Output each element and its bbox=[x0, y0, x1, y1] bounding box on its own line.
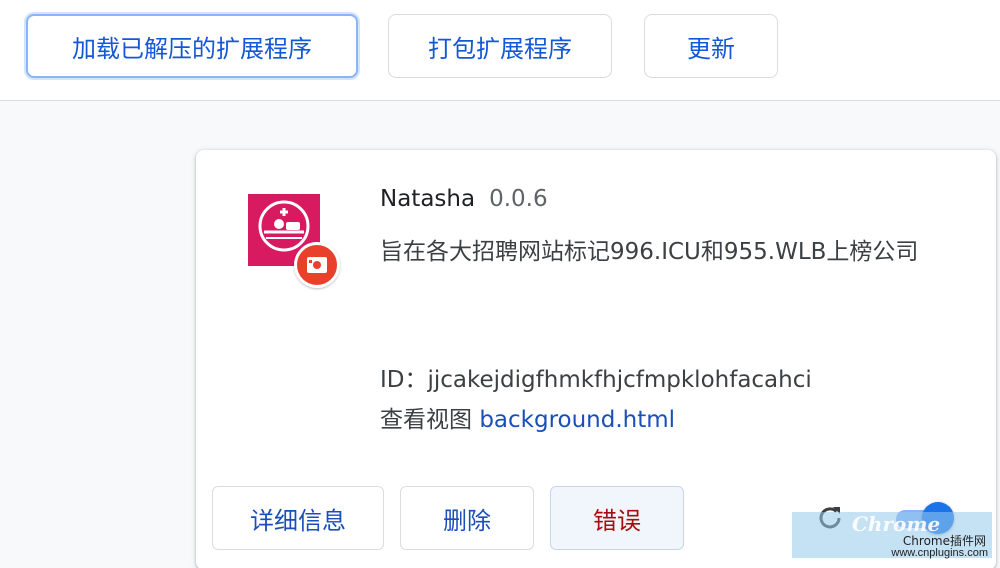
errors-button[interactable]: 错误 bbox=[550, 486, 684, 550]
background-page-link[interactable]: background.html bbox=[479, 407, 675, 433]
unpacked-badge-icon bbox=[294, 242, 340, 288]
update-button[interactable]: 更新 bbox=[644, 14, 778, 78]
watermark-url: www.cnplugins.com bbox=[891, 547, 988, 559]
extension-id-row: ID：jjcakejdigfhmkfhjcfmpklohfacahci bbox=[380, 360, 812, 394]
id-label: ID： bbox=[380, 367, 428, 393]
watermark: Chrome Chrome插件网 www.cnplugins.com bbox=[792, 512, 992, 559]
extension-title: Natasha 0.0.6 bbox=[380, 186, 548, 212]
extension-card: Natasha 0.0.6 旨在各大招聘网站标记996.ICU和955.WLB上… bbox=[196, 150, 996, 568]
inspect-views-label: 查看视图 bbox=[380, 407, 472, 433]
extension-name: Natasha bbox=[380, 186, 476, 212]
inspect-views-row: 查看视图 background.html bbox=[380, 400, 675, 434]
details-button[interactable]: 详细信息 bbox=[212, 486, 384, 550]
pack-extension-button[interactable]: 打包扩展程序 bbox=[388, 14, 612, 78]
load-unpacked-button[interactable]: 加载已解压的扩展程序 bbox=[26, 14, 358, 78]
extension-description: 旨在各大招聘网站标记996.ICU和955.WLB上榜公司 bbox=[380, 239, 919, 265]
extension-version: 0.0.6 bbox=[489, 186, 548, 212]
developer-toolbar: 加载已解压的扩展程序 打包扩展程序 更新 bbox=[0, 0, 1000, 101]
id-value: jjcakejdigfhmkfhjcfmpklohfacahci bbox=[427, 367, 812, 393]
remove-button[interactable]: 删除 bbox=[400, 486, 534, 550]
